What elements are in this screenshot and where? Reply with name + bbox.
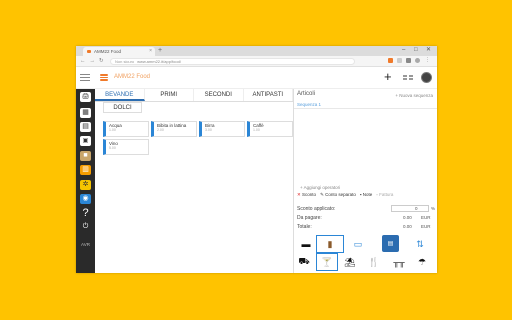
order-actions: ✕ Sconto ✎ Conto separato ▪ Note ▫ Fattu…: [297, 192, 393, 198]
report-icon[interactable]: ▥: [80, 165, 91, 175]
pen-icon: ✎: [320, 192, 324, 197]
add-order-button[interactable]: +: [384, 69, 392, 85]
x-icon: ✕: [297, 192, 301, 197]
url-field[interactable]: Non sicuro www.amm22.it/app/food/: [110, 58, 355, 65]
tab-strip: AMM22 Food × + – □ ✕: [76, 46, 437, 56]
discount-label: Sconto applicato:: [297, 206, 336, 212]
browser-tab[interactable]: AMM22 Food ×: [83, 47, 155, 56]
beach-icon[interactable]: ⛱: [342, 255, 358, 269]
cash-icon[interactable]: ▮: [316, 235, 344, 253]
extension-icon[interactable]: [406, 58, 411, 63]
delivery-truck-icon[interactable]: ⛟: [295, 255, 313, 269]
printer-icon[interactable]: 🖨: [80, 92, 91, 102]
note-button[interactable]: ▪ Note: [360, 192, 372, 198]
help-icon[interactable]: ?: [80, 208, 91, 219]
box-icon[interactable]: ■: [80, 151, 91, 161]
product-panel: BEVANDE PRIMI SECONDI ANTIPASTI DOLCI Ac…: [95, 89, 294, 273]
address-bar: ← → ↻ Non sicuro www.amm22.it/app/food/ ⋮: [76, 56, 437, 67]
menu-icon[interactable]: ⋮: [425, 58, 430, 63]
avatar[interactable]: [421, 72, 432, 83]
wallet-icon[interactable]: ▬: [298, 237, 314, 251]
tab-antipasti[interactable]: ANTIPASTI: [244, 89, 293, 101]
currency-label: EUR: [421, 224, 431, 229]
sidebar: 🖨 ▦ ▤ ▣ ■ ▥ ✲ ◉ ? ⏻ AVR: [76, 89, 95, 273]
cutlery-icon[interactable]: 🍴: [366, 255, 382, 269]
transfer-icon[interactable]: ⇅: [412, 237, 428, 251]
new-sequence-button[interactable]: + Nuova sequenza: [395, 93, 433, 98]
credit-card-icon[interactable]: ▭: [350, 237, 366, 251]
order-panel: Articoli + Nuova sequenza Sequenza 1 + A…: [294, 89, 437, 273]
cocktail-icon[interactable]: 🍸: [316, 253, 338, 271]
invoice-button[interactable]: ▫ Fattura: [376, 192, 393, 198]
app-header: AMM22 Food +: [76, 67, 437, 89]
product-item[interactable]: Vino 5.00: [103, 139, 149, 155]
total-value: 0.00: [403, 224, 412, 229]
app-title: AMM22 Food: [114, 74, 151, 80]
sequence-label[interactable]: Sequenza 1: [297, 102, 321, 107]
currency-label: EUR: [421, 215, 431, 220]
logo-icon: [100, 74, 108, 81]
tab-dolci[interactable]: DOLCI: [103, 102, 142, 113]
forward-icon[interactable]: →: [90, 58, 96, 64]
product-price: 5.00: [109, 146, 116, 150]
product-item[interactable]: Caffè 1.00: [247, 121, 293, 137]
browser-window: AMM22 Food × + – □ ✕ ← → ↻ Non sicuro www…: [76, 46, 437, 273]
product-price: 1.00: [109, 128, 116, 132]
tab-secondi[interactable]: SECONDI: [194, 89, 244, 101]
separate-bill-button[interactable]: ✎ Conto separato: [320, 192, 356, 198]
note-icon: ▪: [359, 192, 362, 197]
chat-icon[interactable]: ◉: [80, 194, 91, 204]
ticket-icon[interactable]: ▤: [382, 235, 399, 252]
extension-icon[interactable]: [388, 58, 393, 63]
table-seats-icon[interactable]: ╥╥: [390, 255, 408, 269]
product-price: 2.00: [157, 128, 164, 132]
favicon-icon: [87, 50, 91, 53]
hamburger-icon[interactable]: [80, 74, 90, 83]
new-tab-button[interactable]: +: [158, 46, 162, 56]
extension-icon[interactable]: [397, 58, 402, 63]
layout-icon[interactable]: [403, 75, 413, 82]
to-pay-row: Da pagare: 0.00 EUR: [297, 215, 433, 221]
discount-row: Sconto applicato: 0 %: [297, 205, 436, 212]
product-item[interactable]: Acqua 1.00: [103, 121, 149, 137]
close-window-icon[interactable]: ✕: [426, 46, 431, 55]
power-icon[interactable]: ⏻: [80, 222, 91, 232]
profile-icon[interactable]: [415, 58, 420, 63]
total-label: Totale:: [297, 224, 312, 230]
category-tabs: BEVANDE PRIMI SECONDI ANTIPASTI: [95, 89, 293, 102]
settings-icon[interactable]: ✲: [80, 180, 91, 190]
tab-bevande[interactable]: BEVANDE: [95, 89, 145, 101]
url-text: www.amm22.it/app/food/: [137, 59, 181, 64]
product-item[interactable]: Bibita in lattina 2.00: [151, 121, 197, 137]
total-row: Totale: 0.00 EUR: [297, 224, 433, 230]
add-operator-button[interactable]: + Aggiungi operatori: [300, 185, 340, 190]
sidebar-footer: AVR: [81, 242, 90, 247]
tab-primi[interactable]: PRIMI: [145, 89, 194, 101]
discount-button[interactable]: ✕ Sconto: [297, 192, 316, 198]
product-item[interactable]: Birra 3.00: [199, 121, 245, 137]
cash-register-icon[interactable]: ▣: [80, 136, 91, 146]
discount-input[interactable]: [391, 205, 429, 212]
back-icon[interactable]: ←: [80, 58, 86, 64]
discount-unit: %: [431, 206, 436, 211]
security-label: Non sicuro: [115, 59, 135, 64]
discount-value: 0: [415, 206, 418, 211]
product-price: 3.00: [205, 128, 212, 132]
umbrella-table-icon[interactable]: ☂: [414, 255, 430, 269]
minimize-icon[interactable]: –: [402, 46, 405, 55]
calculator-icon[interactable]: ▦: [80, 108, 91, 118]
maximize-icon[interactable]: □: [414, 46, 418, 55]
order-header: Articoli: [297, 91, 316, 97]
product-price: 1.00: [253, 128, 260, 132]
close-tab-icon[interactable]: ×: [149, 47, 152, 56]
reload-icon[interactable]: ↻: [99, 58, 104, 64]
to-pay-label: Da pagare:: [297, 215, 322, 221]
doc-icon: ▫: [376, 192, 378, 197]
divider: [294, 108, 437, 109]
tab-title: AMM22 Food: [94, 49, 122, 54]
to-pay-value: 0.00: [403, 215, 412, 220]
table-icon[interactable]: ▤: [80, 122, 91, 132]
